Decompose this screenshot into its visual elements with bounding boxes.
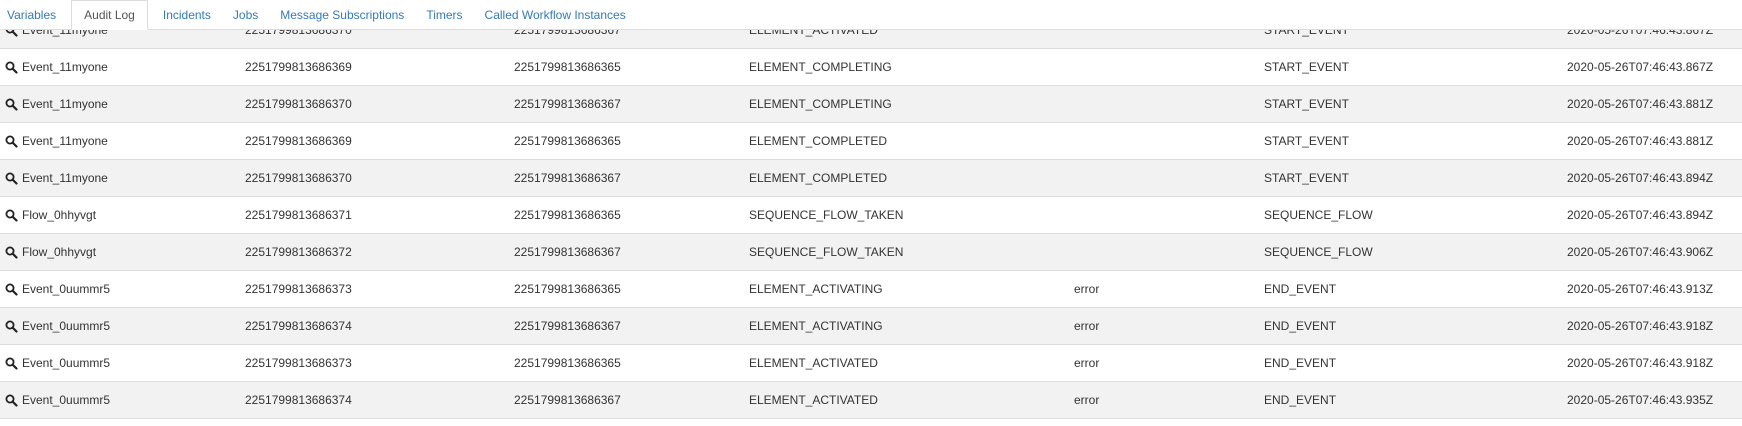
row-intent: ELEMENT_ACTIVATING — [749, 319, 883, 333]
row-element-id: Event_11myone — [22, 60, 108, 74]
row-timestamp: 2020-05-26T07:46:43.918Z — [1567, 319, 1714, 333]
row-intent: SEQUENCE_FLOW_TAKEN — [749, 245, 904, 259]
search-icon[interactable] — [5, 246, 18, 259]
row-element-type: END_EVENT — [1264, 393, 1337, 407]
row-element-type: START_EVENT — [1264, 97, 1349, 111]
table-row: Flow_0hhyvgt 2251799813686371 225179981368… — [0, 197, 1742, 234]
search-icon[interactable] — [5, 394, 18, 407]
tab-message-subscriptions[interactable]: Message Subscriptions — [273, 1, 411, 29]
row-key: 2251799813686370 — [245, 97, 352, 111]
row-element-id: Event_11myone — [22, 134, 108, 148]
row-error: error — [1074, 282, 1100, 296]
row-element-type: END_EVENT — [1264, 319, 1337, 333]
row-intent: ELEMENT_COMPLETING — [749, 60, 892, 74]
tab-audit-log[interactable]: Audit Log — [71, 0, 148, 30]
row-element-id: Flow_0hhyvgt — [22, 245, 97, 259]
row-scope-key: 2251799813686367 — [514, 245, 621, 259]
table-row: Event_11myone 2251799813686369 22517998136… — [0, 123, 1742, 160]
search-icon[interactable] — [5, 98, 18, 111]
row-element-type: START_EVENT — [1264, 134, 1349, 148]
row-key: 2251799813686373 — [245, 356, 352, 370]
row-element-id: Event_11myone — [22, 97, 108, 111]
table-row: Event_0uummr5 2251799813686374 22517998136… — [0, 308, 1742, 345]
row-timestamp: 2020-05-26T07:46:43.906Z — [1567, 245, 1714, 259]
search-icon[interactable] — [5, 209, 18, 222]
table-row: Event_11myone 2251799813686369 22517998136… — [0, 49, 1742, 86]
row-key: 2251799813686374 — [245, 393, 352, 407]
tab-incidents[interactable]: Incidents — [156, 1, 218, 29]
search-icon[interactable] — [5, 61, 18, 74]
row-element-id: Event_0uummr5 — [22, 356, 111, 370]
row-key: 2251799813686370 — [245, 171, 352, 185]
table-row: Event_0uummr5 2251799813686373 22517998136… — [0, 345, 1742, 382]
row-timestamp: 2020-05-26T07:46:43.894Z — [1567, 208, 1714, 222]
table-row: Event_11myone 2251799813686370 22517998136… — [0, 86, 1742, 123]
row-timestamp: 2020-05-26T07:46:43.881Z — [1567, 97, 1714, 111]
row-error: error — [1074, 393, 1100, 407]
row-timestamp: 2020-05-26T07:46:43.894Z — [1567, 171, 1714, 185]
tab-variables[interactable]: Variables — [0, 1, 63, 29]
row-element-type: END_EVENT — [1264, 356, 1337, 370]
tab-jobs[interactable]: Jobs — [226, 1, 265, 29]
tab-bar: Variables Audit Log Incidents Jobs Messa… — [0, 0, 1742, 30]
row-timestamp: 2020-05-26T07:46:43.935Z — [1567, 393, 1714, 407]
row-error: error — [1074, 356, 1100, 370]
row-element-type: END_EVENT — [1264, 282, 1337, 296]
row-intent: ELEMENT_ACTIVATED — [749, 393, 878, 407]
row-intent: SEQUENCE_FLOW_TAKEN — [749, 208, 904, 222]
row-element-type: START_EVENT — [1264, 60, 1349, 74]
tab-timers[interactable]: Timers — [419, 1, 469, 29]
search-icon[interactable] — [5, 283, 18, 296]
search-icon[interactable] — [5, 172, 18, 185]
row-key: 2251799813686373 — [245, 282, 352, 296]
row-intent: ELEMENT_COMPLETED — [749, 171, 888, 185]
row-key: 2251799813686369 — [245, 134, 352, 148]
row-element-type: SEQUENCE_FLOW — [1264, 208, 1373, 222]
row-scope-key: 2251799813686365 — [514, 208, 621, 222]
row-timestamp: 2020-05-26T07:46:43.913Z — [1567, 282, 1714, 296]
row-scope-key: 2251799813686367 — [514, 97, 621, 111]
row-scope-key: 2251799813686365 — [514, 60, 621, 74]
table-row: Event_11myone 2251799813686370 22517998136… — [0, 160, 1742, 197]
row-intent: ELEMENT_ACTIVATED — [749, 356, 878, 370]
table-row: Flow_0hhyvgt 2251799813686372 225179981368… — [0, 234, 1742, 271]
row-element-id: Event_0uummr5 — [22, 393, 111, 407]
table-row: Event_0uummr5 2251799813686373 22517998136… — [0, 271, 1742, 308]
table-row: Event_0uummr5 2251799813686374 22517998136… — [0, 382, 1742, 419]
row-timestamp: 2020-05-26T07:46:43.867Z — [1567, 60, 1714, 74]
row-element-id: Event_0uummr5 — [22, 319, 111, 333]
row-scope-key: 2251799813686365 — [514, 134, 621, 148]
row-scope-key: 2251799813686367 — [514, 171, 621, 185]
row-key: 2251799813686371 — [245, 208, 352, 222]
search-icon[interactable] — [5, 357, 18, 370]
row-key: 2251799813686372 — [245, 245, 352, 259]
row-intent: ELEMENT_COMPLETING — [749, 97, 892, 111]
row-element-type: START_EVENT — [1264, 171, 1349, 185]
row-scope-key: 2251799813686365 — [514, 282, 621, 296]
row-scope-key: 2251799813686367 — [514, 393, 621, 407]
search-icon[interactable] — [5, 135, 18, 148]
row-scope-key: 2251799813686367 — [514, 319, 621, 333]
row-element-id: Flow_0hhyvgt — [22, 208, 97, 222]
row-element-id: Event_11myone — [22, 171, 108, 185]
row-key: 2251799813686374 — [245, 319, 352, 333]
row-timestamp: 2020-05-26T07:46:43.918Z — [1567, 356, 1714, 370]
row-intent: ELEMENT_ACTIVATING — [749, 282, 883, 296]
row-scope-key: 2251799813686365 — [514, 356, 621, 370]
row-timestamp: 2020-05-26T07:46:43.881Z — [1567, 134, 1714, 148]
tab-called-workflow-instances[interactable]: Called Workflow Instances — [478, 1, 633, 29]
search-icon[interactable] — [5, 320, 18, 333]
row-intent: ELEMENT_COMPLETED — [749, 134, 888, 148]
row-key: 2251799813686369 — [245, 60, 352, 74]
row-element-type: SEQUENCE_FLOW — [1264, 245, 1373, 259]
row-error: error — [1074, 319, 1100, 333]
row-element-id: Event_0uummr5 — [22, 282, 111, 296]
